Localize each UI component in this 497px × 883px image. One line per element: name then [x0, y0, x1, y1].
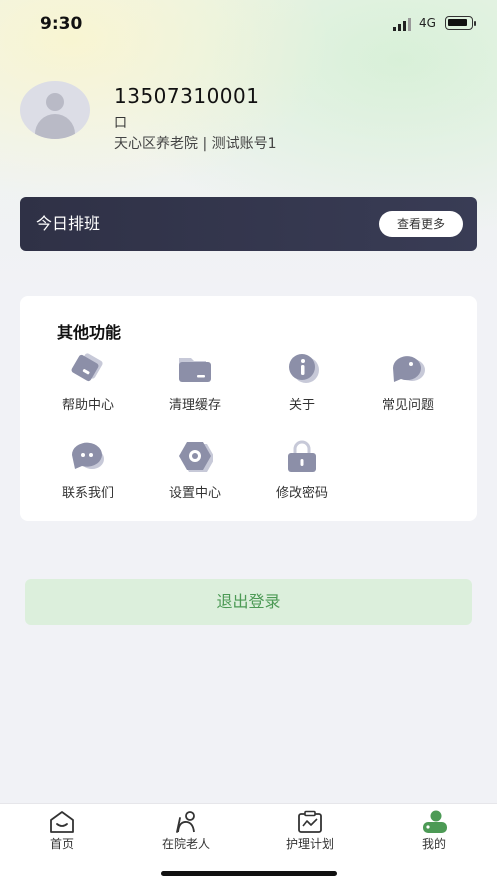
today-schedule-card[interactable]: 今日排班 查看更多	[20, 197, 477, 251]
help-center-button[interactable]: 帮助中心	[43, 352, 133, 418]
battery-icon	[445, 16, 476, 30]
function-label: 修改密码	[275, 486, 328, 501]
chat-bubble-icon	[393, 356, 425, 382]
logout-button[interactable]: 退出登录	[25, 579, 472, 625]
faq-button[interactable]: 常见问题	[363, 352, 453, 418]
functions-title: 其他功能	[57, 323, 122, 342]
function-label: 清理缓存	[168, 398, 221, 413]
status-time: 9:30	[40, 14, 83, 34]
profile-icon	[423, 810, 447, 833]
tab-elders[interactable]: 在院老人	[141, 804, 231, 860]
profile-org: 天心区养老院 | 测试账号1	[114, 136, 277, 152]
settings-center-button[interactable]: 设置中心	[150, 440, 240, 506]
function-label: 帮助中心	[61, 398, 114, 413]
help-card-icon	[71, 353, 103, 382]
home-indicator	[161, 871, 337, 876]
change-password-button[interactable]: 修改密码	[257, 440, 347, 506]
tab-care-plan[interactable]: 护理计划	[265, 804, 355, 860]
profile-phone: 13507310001	[114, 84, 260, 108]
signal-icon	[393, 17, 413, 31]
tab-mine[interactable]: 我的	[389, 804, 479, 860]
other-functions-card: 其他功能 帮助中心 清理缓存 关于 常见问题 联系我们 设置中心 修改密码	[20, 296, 477, 521]
message-icon	[71, 442, 104, 469]
tab-label: 首页	[49, 837, 74, 851]
tab-label: 我的	[421, 837, 446, 851]
function-label: 设置中心	[168, 486, 221, 501]
tab-home[interactable]: 首页	[17, 804, 107, 860]
folder-icon	[179, 358, 211, 382]
function-label: 常见问题	[381, 398, 434, 413]
clear-cache-button[interactable]: 清理缓存	[150, 352, 240, 418]
lock-icon	[288, 440, 316, 472]
status-bar: 9:30 4G	[0, 0, 497, 46]
avatar[interactable]	[20, 81, 90, 139]
settings-icon	[179, 442, 213, 472]
function-label: 联系我们	[61, 486, 114, 501]
care-plan-icon	[298, 810, 322, 833]
profile-glyph: 口	[114, 116, 128, 131]
info-icon	[289, 354, 319, 383]
view-more-button[interactable]: 查看更多	[379, 211, 463, 237]
network-type: 4G	[419, 16, 436, 30]
function-label: 关于	[288, 398, 315, 413]
contact-us-button[interactable]: 联系我们	[43, 440, 133, 506]
elder-icon	[176, 811, 195, 833]
schedule-title: 今日排班	[36, 214, 101, 233]
tab-label: 护理计划	[285, 837, 334, 851]
home-icon	[50, 811, 74, 833]
about-button[interactable]: 关于	[257, 352, 347, 418]
tab-label: 在院老人	[161, 837, 210, 851]
